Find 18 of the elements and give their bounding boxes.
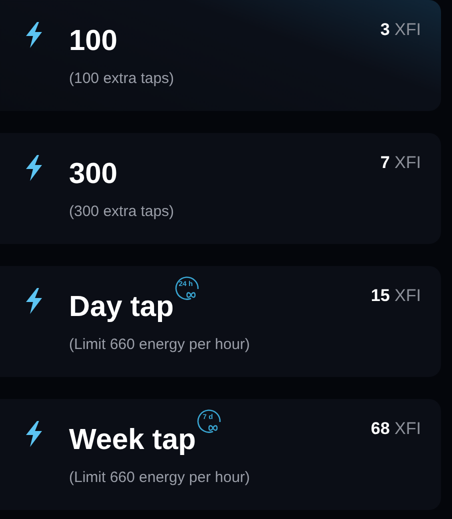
price-label: 3 XFI	[380, 20, 421, 40]
price-label: 68 XFI	[370, 419, 421, 439]
offer-title: Day tap	[69, 290, 174, 324]
offer-title: 300	[69, 157, 118, 191]
lightning-icon	[24, 155, 44, 181]
offer-description: (300 extra taps)	[69, 203, 176, 220]
offer-card[interactable]: 100 (100 extra taps) 3 XFI	[0, 0, 441, 111]
offer-title: Week tap	[69, 423, 196, 457]
offer-title: 100	[69, 24, 118, 58]
lightning-icon	[24, 288, 44, 314]
lightning-icon	[24, 22, 44, 48]
price-label: 15 XFI	[370, 286, 421, 306]
offer-description: (100 extra taps)	[69, 70, 176, 87]
offer-card[interactable]: 300 (300 extra taps) 7 XFI	[0, 133, 441, 244]
price-label: 7 XFI	[380, 153, 421, 173]
offer-description: (Limit 660 energy per hour)	[69, 336, 251, 353]
lightning-icon	[24, 421, 44, 447]
offer-description: (Limit 660 energy per hour)	[69, 469, 251, 486]
